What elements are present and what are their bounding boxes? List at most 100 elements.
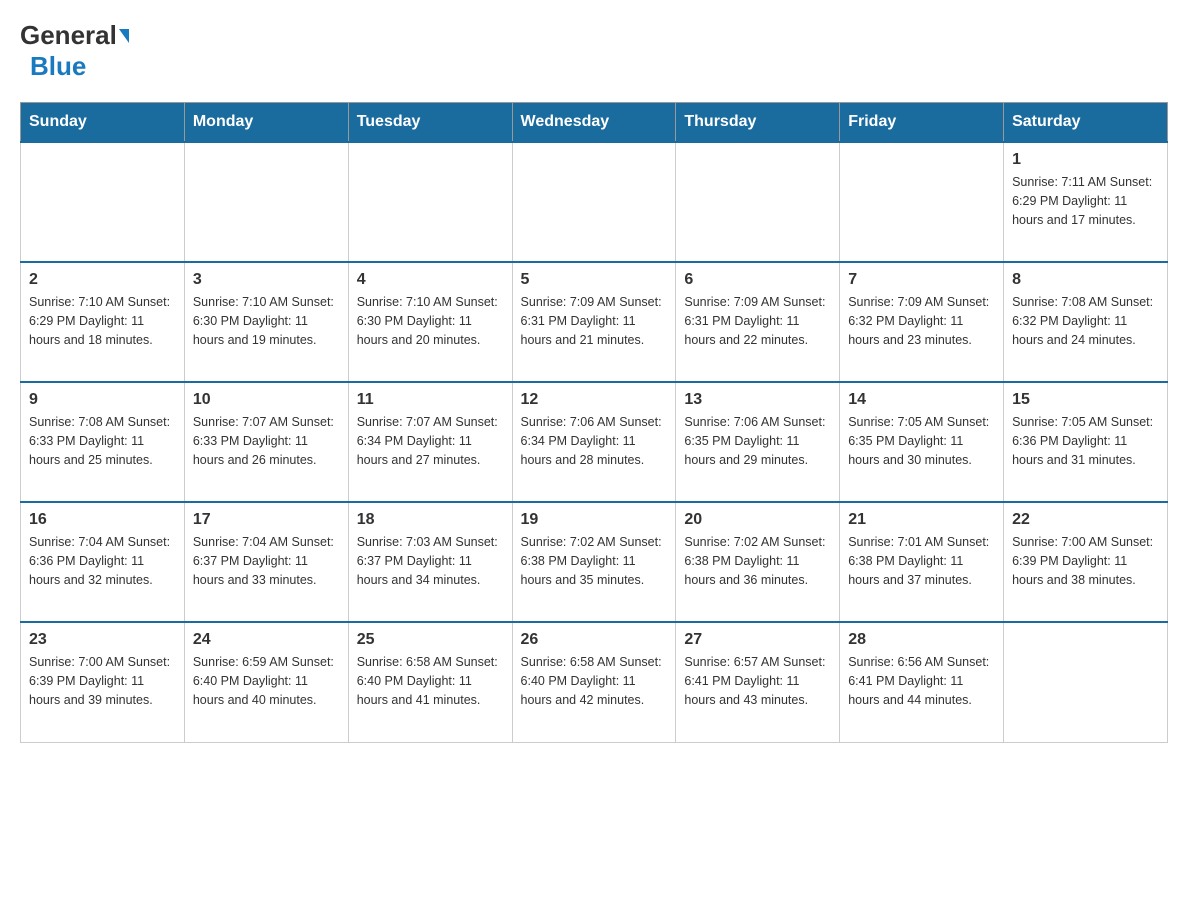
day-number: 17 xyxy=(193,511,340,529)
day-of-week-header: Thursday xyxy=(676,103,840,143)
day-number: 1 xyxy=(1012,151,1159,169)
day-info: Sunrise: 7:03 AM Sunset: 6:37 PM Dayligh… xyxy=(357,533,504,589)
calendar-day-cell: 8 Sunrise: 7:08 AM Sunset: 6:32 PM Daylig… xyxy=(1004,262,1168,382)
day-info: Sunrise: 7:00 AM Sunset: 6:39 PM Dayligh… xyxy=(29,653,176,709)
calendar-week-row: 1 Sunrise: 7:11 AM Sunset: 6:29 PM Daylig… xyxy=(21,142,1168,262)
calendar-day-cell: 28Sunrise: 6:56 AM Sunset: 6:41 PM Dayli… xyxy=(840,622,1004,742)
calendar-day-cell: 18 Sunrise: 7:03 AM Sunset: 6:37 PM Dayli… xyxy=(348,502,512,622)
day-number: 25 xyxy=(357,631,504,649)
calendar-day-cell: 24 Sunrise: 6:59 AM Sunset: 6:40 PM Dayli… xyxy=(184,622,348,742)
day-info: Sunrise: 7:05 AM Sunset: 6:35 PM Dayligh… xyxy=(848,413,995,469)
calendar-day-cell: 25 Sunrise: 6:58 AM Sunset: 6:40 PM Dayli… xyxy=(348,622,512,742)
day-number: 4 xyxy=(357,271,504,289)
logo: General Blue xyxy=(20,20,129,82)
calendar-day-cell xyxy=(184,142,348,262)
calendar-day-cell: 19 Sunrise: 7:02 AM Sunset: 6:38 PM Dayli… xyxy=(512,502,676,622)
day-number: 10 xyxy=(193,391,340,409)
day-info: Sunrise: 7:10 AM Sunset: 6:30 PM Dayligh… xyxy=(357,293,504,349)
day-info: Sunrise: 7:10 AM Sunset: 6:29 PM Dayligh… xyxy=(29,293,176,349)
day-info: Sunrise: 7:02 AM Sunset: 6:38 PM Dayligh… xyxy=(684,533,831,589)
day-number: 23 xyxy=(29,631,176,649)
page-header: General Blue xyxy=(20,20,1168,82)
day-of-week-header: Tuesday xyxy=(348,103,512,143)
logo-arrow-icon xyxy=(119,29,129,43)
day-info: Sunrise: 7:06 AM Sunset: 6:34 PM Dayligh… xyxy=(521,413,668,469)
day-of-week-header: Monday xyxy=(184,103,348,143)
day-number: 18 xyxy=(357,511,504,529)
day-info: Sunrise: 7:04 AM Sunset: 6:37 PM Dayligh… xyxy=(193,533,340,589)
calendar-day-cell: 22 Sunrise: 7:00 AM Sunset: 6:39 PM Dayli… xyxy=(1004,502,1168,622)
day-number: 15 xyxy=(1012,391,1159,409)
day-number: 26 xyxy=(521,631,668,649)
calendar-day-cell: 26 Sunrise: 6:58 AM Sunset: 6:40 PM Dayli… xyxy=(512,622,676,742)
calendar-day-cell xyxy=(348,142,512,262)
calendar-week-row: 9 Sunrise: 7:08 AM Sunset: 6:33 PM Daylig… xyxy=(21,382,1168,502)
calendar-day-cell xyxy=(676,142,840,262)
day-number: 16 xyxy=(29,511,176,529)
day-of-week-header: Wednesday xyxy=(512,103,676,143)
calendar-week-row: 23 Sunrise: 7:00 AM Sunset: 6:39 PM Dayli… xyxy=(21,622,1168,742)
calendar-week-row: 16 Sunrise: 7:04 AM Sunset: 6:36 PM Dayli… xyxy=(21,502,1168,622)
calendar-day-cell: 13 Sunrise: 7:06 AM Sunset: 6:35 PM Dayli… xyxy=(676,382,840,502)
day-info: Sunrise: 7:01 AM Sunset: 6:38 PM Dayligh… xyxy=(848,533,995,589)
logo-blue-text: Blue xyxy=(30,51,86,82)
day-number: 24 xyxy=(193,631,340,649)
calendar-day-cell: 23 Sunrise: 7:00 AM Sunset: 6:39 PM Dayli… xyxy=(21,622,185,742)
day-of-week-header: Sunday xyxy=(21,103,185,143)
day-info: Sunrise: 7:09 AM Sunset: 6:32 PM Dayligh… xyxy=(848,293,995,349)
calendar-day-cell: 3 Sunrise: 7:10 AM Sunset: 6:30 PM Daylig… xyxy=(184,262,348,382)
day-number: 19 xyxy=(521,511,668,529)
day-number: 2 xyxy=(29,271,176,289)
day-info: Sunrise: 7:06 AM Sunset: 6:35 PM Dayligh… xyxy=(684,413,831,469)
calendar-day-cell: 7Sunrise: 7:09 AM Sunset: 6:32 PM Daylig… xyxy=(840,262,1004,382)
day-info: Sunrise: 7:08 AM Sunset: 6:32 PM Dayligh… xyxy=(1012,293,1159,349)
day-number: 14 xyxy=(848,391,995,409)
day-info: Sunrise: 7:02 AM Sunset: 6:38 PM Dayligh… xyxy=(521,533,668,589)
day-number: 20 xyxy=(684,511,831,529)
calendar-day-cell xyxy=(21,142,185,262)
calendar-week-row: 2 Sunrise: 7:10 AM Sunset: 6:29 PM Daylig… xyxy=(21,262,1168,382)
calendar-day-cell: 20 Sunrise: 7:02 AM Sunset: 6:38 PM Dayli… xyxy=(676,502,840,622)
day-number: 8 xyxy=(1012,271,1159,289)
day-info: Sunrise: 7:08 AM Sunset: 6:33 PM Dayligh… xyxy=(29,413,176,469)
logo-general-text: General xyxy=(20,20,117,51)
day-info: Sunrise: 7:05 AM Sunset: 6:36 PM Dayligh… xyxy=(1012,413,1159,469)
calendar-day-cell: 4 Sunrise: 7:10 AM Sunset: 6:30 PM Daylig… xyxy=(348,262,512,382)
calendar-day-cell: 9 Sunrise: 7:08 AM Sunset: 6:33 PM Daylig… xyxy=(21,382,185,502)
day-info: Sunrise: 6:58 AM Sunset: 6:40 PM Dayligh… xyxy=(521,653,668,709)
calendar-day-cell: 16 Sunrise: 7:04 AM Sunset: 6:36 PM Dayli… xyxy=(21,502,185,622)
calendar-day-cell: 10 Sunrise: 7:07 AM Sunset: 6:33 PM Dayli… xyxy=(184,382,348,502)
day-info: Sunrise: 7:11 AM Sunset: 6:29 PM Dayligh… xyxy=(1012,173,1159,229)
day-number: 22 xyxy=(1012,511,1159,529)
day-number: 5 xyxy=(521,271,668,289)
day-info: Sunrise: 6:59 AM Sunset: 6:40 PM Dayligh… xyxy=(193,653,340,709)
day-number: 9 xyxy=(29,391,176,409)
day-number: 13 xyxy=(684,391,831,409)
day-info: Sunrise: 6:58 AM Sunset: 6:40 PM Dayligh… xyxy=(357,653,504,709)
calendar-day-cell xyxy=(1004,622,1168,742)
calendar-day-cell: 17 Sunrise: 7:04 AM Sunset: 6:37 PM Dayli… xyxy=(184,502,348,622)
day-number: 21 xyxy=(848,511,995,529)
day-info: Sunrise: 7:10 AM Sunset: 6:30 PM Dayligh… xyxy=(193,293,340,349)
calendar-day-cell: 21 Sunrise: 7:01 AM Sunset: 6:38 PM Dayli… xyxy=(840,502,1004,622)
day-info: Sunrise: 7:09 AM Sunset: 6:31 PM Dayligh… xyxy=(521,293,668,349)
day-of-week-header: Saturday xyxy=(1004,103,1168,143)
calendar-day-cell: 2 Sunrise: 7:10 AM Sunset: 6:29 PM Daylig… xyxy=(21,262,185,382)
calendar-day-cell: 12Sunrise: 7:06 AM Sunset: 6:34 PM Dayli… xyxy=(512,382,676,502)
calendar-day-cell: 27Sunrise: 6:57 AM Sunset: 6:41 PM Dayli… xyxy=(676,622,840,742)
calendar-table: SundayMondayTuesdayWednesdayThursdayFrid… xyxy=(20,102,1168,743)
day-number: 6 xyxy=(684,271,831,289)
calendar-day-cell xyxy=(840,142,1004,262)
day-info: Sunrise: 7:07 AM Sunset: 6:33 PM Dayligh… xyxy=(193,413,340,469)
calendar-day-cell: 11Sunrise: 7:07 AM Sunset: 6:34 PM Dayli… xyxy=(348,382,512,502)
day-number: 11 xyxy=(357,391,504,409)
day-of-week-header: Friday xyxy=(840,103,1004,143)
calendar-day-cell: 6Sunrise: 7:09 AM Sunset: 6:31 PM Daylig… xyxy=(676,262,840,382)
day-number: 27 xyxy=(684,631,831,649)
day-info: Sunrise: 7:00 AM Sunset: 6:39 PM Dayligh… xyxy=(1012,533,1159,589)
calendar-day-cell: 14 Sunrise: 7:05 AM Sunset: 6:35 PM Dayli… xyxy=(840,382,1004,502)
calendar-day-cell: 5 Sunrise: 7:09 AM Sunset: 6:31 PM Daylig… xyxy=(512,262,676,382)
day-number: 3 xyxy=(193,271,340,289)
day-info: Sunrise: 7:04 AM Sunset: 6:36 PM Dayligh… xyxy=(29,533,176,589)
calendar-day-cell: 15 Sunrise: 7:05 AM Sunset: 6:36 PM Dayli… xyxy=(1004,382,1168,502)
